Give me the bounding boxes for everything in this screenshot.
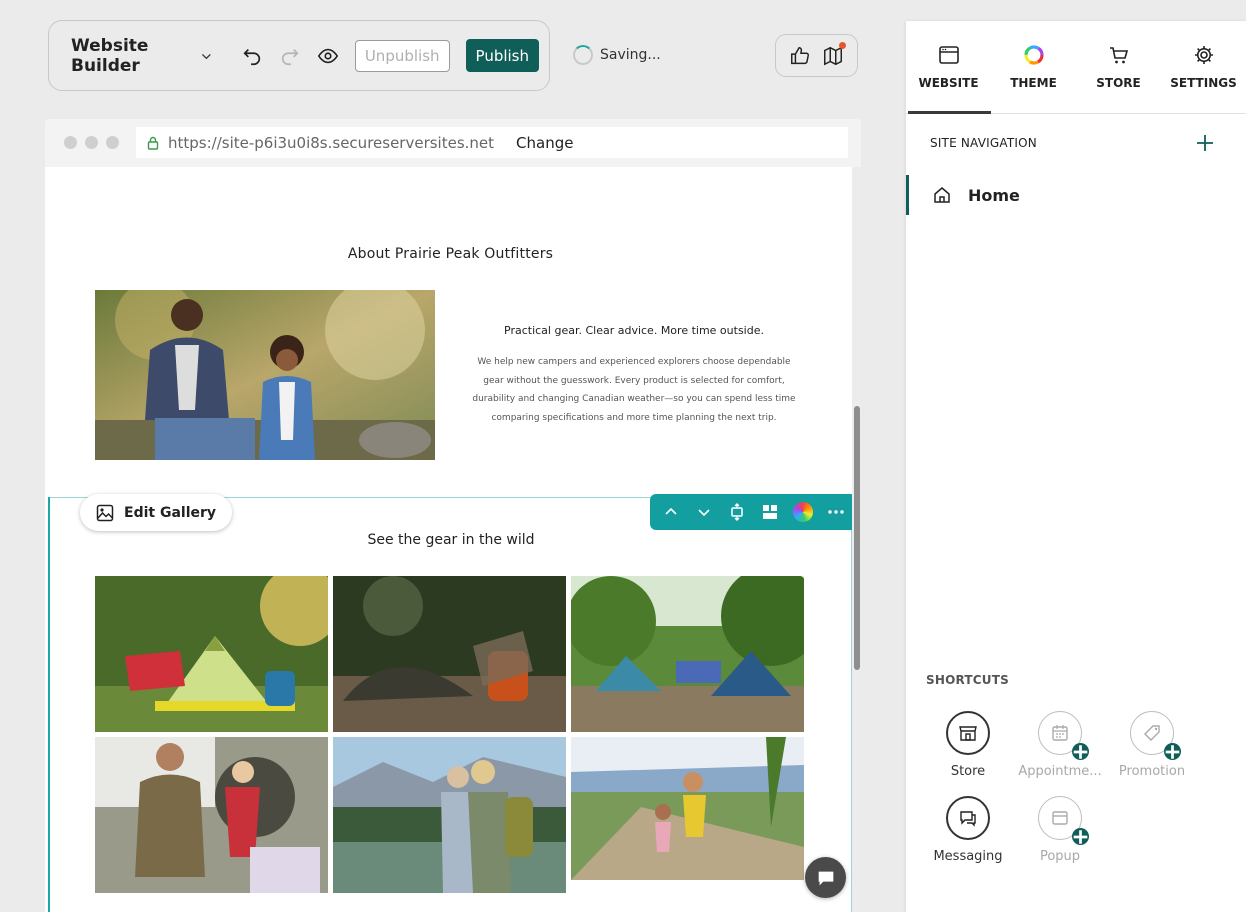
shortcut-promotion-label: Promotion xyxy=(1118,764,1186,779)
gallery-image[interactable] xyxy=(333,737,566,893)
publish-button[interactable]: Publish xyxy=(465,39,539,72)
nav-item-home[interactable]: Home xyxy=(906,175,1246,215)
url-bar: https://site-p6i3u0i8s.secureserversites… xyxy=(136,127,848,158)
feedback-tools xyxy=(775,34,858,77)
tag-icon xyxy=(1144,725,1160,741)
feedback-button[interactable] xyxy=(788,44,812,68)
layout-button[interactable] xyxy=(758,500,782,524)
redo-icon xyxy=(281,48,299,65)
browser-window-icon xyxy=(938,46,959,64)
home-icon xyxy=(934,187,950,203)
save-status-text: Saving... xyxy=(600,47,661,63)
more-horizontal-icon xyxy=(827,510,844,514)
editor-toolbar: Website Builder Unpublish Publish xyxy=(48,20,550,91)
gallery-image[interactable] xyxy=(571,576,804,732)
window-dots xyxy=(64,136,119,149)
builder-title: Website Builder xyxy=(71,35,149,76)
color-wheel-icon xyxy=(792,502,813,522)
about-body-text: We help new campers and experienced expl… xyxy=(472,357,796,423)
unpublish-button[interactable]: Unpublish xyxy=(354,39,450,72)
eye-icon xyxy=(317,48,338,63)
shortcut-store[interactable]: Store xyxy=(922,711,1014,779)
tab-theme-label: THEME xyxy=(1010,76,1057,90)
panel-tabs: WEBSITE THEME STORE SETTINGS xyxy=(906,21,1246,114)
undo-icon xyxy=(243,48,260,65)
builder-panel: WEBSITE THEME STORE SETTINGS SITE NAVIGA… xyxy=(906,21,1246,912)
gallery-image[interactable] xyxy=(95,737,328,893)
preview-button[interactable] xyxy=(317,44,339,68)
popup-window-icon xyxy=(1052,811,1068,825)
shortcut-messaging[interactable]: Messaging xyxy=(922,796,1014,864)
save-status: Saving... xyxy=(573,45,661,65)
lock-icon xyxy=(147,136,159,150)
move-down-button[interactable] xyxy=(692,500,716,524)
add-page-icon[interactable] xyxy=(1194,132,1216,154)
gallery-title: See the gear in the wild xyxy=(367,532,535,548)
storefront-icon xyxy=(959,726,977,741)
layout-grid-icon xyxy=(762,505,777,519)
chevron-up-icon xyxy=(664,507,677,515)
site-canvas: About Prairie Peak Outfitters Practical … xyxy=(45,167,856,912)
browser-bar: https://site-p6i3u0i8s.secureserversites… xyxy=(45,119,861,167)
tab-website[interactable]: WEBSITE xyxy=(906,21,991,114)
cart-icon xyxy=(1109,47,1128,64)
thumbs-up-icon xyxy=(791,46,810,64)
swap-icon xyxy=(730,503,743,521)
section-color-button[interactable] xyxy=(791,500,815,524)
shortcut-promotion[interactable]: Promotion xyxy=(1106,711,1198,779)
more-options-button[interactable] xyxy=(824,500,848,524)
builder-menu-dropdown[interactable]: Website Builder xyxy=(71,36,213,76)
change-domain-link[interactable]: Change xyxy=(516,134,573,152)
notification-dot xyxy=(838,41,846,49)
site-url: https://site-p6i3u0i8s.secureserversites… xyxy=(168,133,495,152)
edit-gallery-button[interactable]: Edit Gallery xyxy=(80,494,233,531)
spinner-icon xyxy=(573,45,593,65)
tab-settings-label: SETTINGS xyxy=(1170,76,1237,90)
shortcut-popup-label: Popup xyxy=(1039,849,1081,864)
chat-bubble-icon xyxy=(818,871,833,885)
about-photo[interactable] xyxy=(95,290,435,460)
chat-icon xyxy=(960,811,976,827)
shortcut-store-label: Store xyxy=(950,764,986,779)
undo-button[interactable] xyxy=(241,44,263,68)
edit-gallery-label: Edit Gallery xyxy=(124,504,217,521)
chat-button[interactable] xyxy=(805,857,846,898)
shortcut-appointments-label: Appointme... xyxy=(1018,764,1102,779)
chevron-down-icon xyxy=(202,53,211,59)
image-icon xyxy=(96,504,114,521)
gallery-image[interactable] xyxy=(333,576,566,732)
move-up-button[interactable] xyxy=(659,500,683,524)
tab-website-label: WEBSITE xyxy=(918,76,979,90)
gallery-image[interactable] xyxy=(571,737,804,880)
nav-item-home-label: Home xyxy=(968,185,1020,205)
canvas-scrollbar-thumb[interactable] xyxy=(854,406,860,670)
shortcut-appointments[interactable]: Appointme... xyxy=(1014,711,1106,779)
tab-theme[interactable]: THEME xyxy=(991,21,1076,113)
swap-layout-button[interactable] xyxy=(725,500,749,524)
section-toolbar xyxy=(650,494,856,530)
chevron-down-icon xyxy=(697,509,710,517)
about-tagline: Practical gear. Clear advice. More time … xyxy=(504,324,764,337)
site-map-button[interactable] xyxy=(821,41,846,68)
site-navigation-header: SITE NAVIGATION xyxy=(930,136,1037,150)
tab-store-label: STORE xyxy=(1096,76,1141,90)
gear-icon xyxy=(1194,46,1213,64)
calendar-icon xyxy=(1052,725,1068,741)
about-section-title: About Prairie Peak Outfitters xyxy=(347,246,554,262)
shortcuts-header: SHORTCUTS xyxy=(926,673,1009,687)
shortcut-popup[interactable]: Popup xyxy=(1014,796,1106,864)
redo-button[interactable] xyxy=(279,44,301,68)
gallery-image[interactable] xyxy=(95,576,328,732)
tab-store[interactable]: STORE xyxy=(1076,21,1161,113)
color-ring-icon xyxy=(1023,45,1044,65)
tab-settings[interactable]: SETTINGS xyxy=(1161,21,1246,113)
shortcut-messaging-label: Messaging xyxy=(933,849,1003,864)
